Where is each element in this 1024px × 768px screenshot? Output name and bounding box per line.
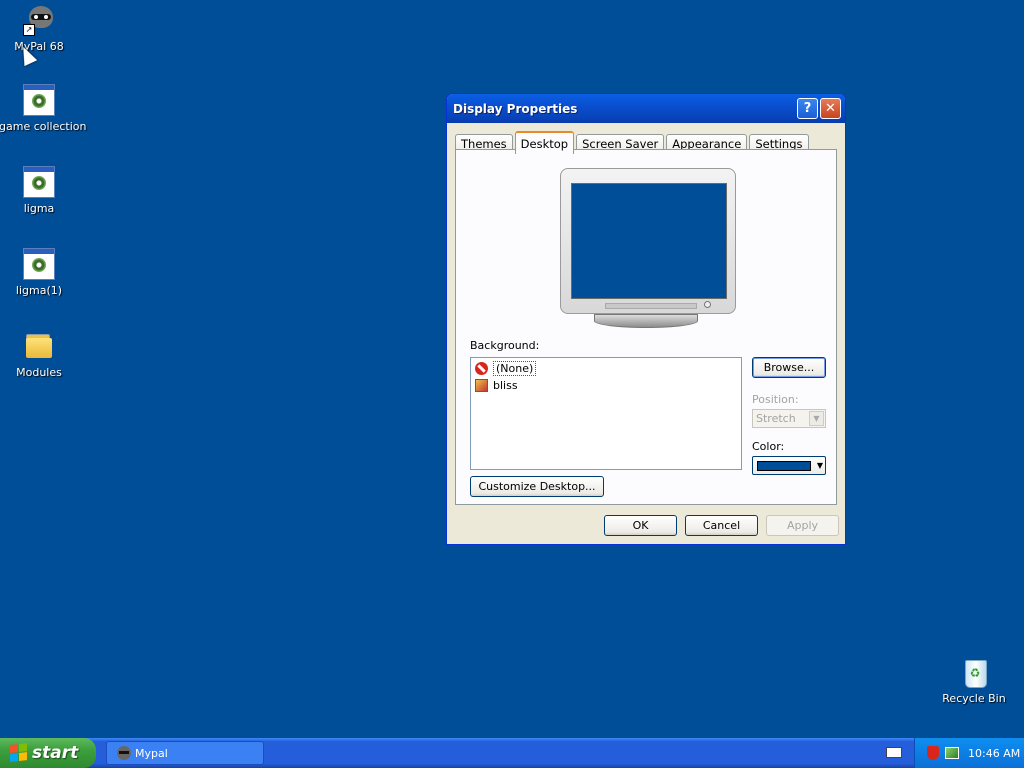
apply-button[interactable]: Apply <box>766 515 839 536</box>
desktop-icon-ligma-1[interactable]: ligma(1) <box>0 248 79 297</box>
list-item[interactable]: (None) <box>475 360 737 377</box>
ok-button[interactable]: OK <box>604 515 677 536</box>
display-properties-dialog: Display Properties ? ✕ Themes Desktop Sc… <box>446 93 846 545</box>
recycle-bin-icon: ♻ <box>958 656 990 688</box>
tab-desktop[interactable]: Desktop <box>514 131 575 154</box>
keyboard-icon[interactable] <box>886 747 902 758</box>
color-swatch <box>757 461 811 471</box>
desktop-icon-label: Recycle Bin <box>942 692 1006 705</box>
network-icon[interactable] <box>945 747 959 759</box>
clock[interactable]: 10:46 AM <box>968 747 1020 760</box>
start-button[interactable]: start <box>0 738 96 768</box>
desktop-icon-ligma[interactable]: ligma <box>0 166 79 215</box>
list-item[interactable]: bliss <box>475 377 737 394</box>
chevron-down-icon: ▼ <box>816 461 823 470</box>
background-label: Background: <box>470 339 540 352</box>
security-shield-icon[interactable] <box>927 746 939 760</box>
cancel-button[interactable]: Cancel <box>685 515 758 536</box>
desktop-icon-game-collection[interactable]: game collection <box>0 84 87 133</box>
desktop-icon-label: game collection <box>0 120 87 133</box>
folder-icon <box>23 330 55 362</box>
help-button[interactable]: ? <box>797 98 818 119</box>
no-entry-icon <box>475 362 488 375</box>
start-label: start <box>32 743 79 763</box>
dialog-title: Display Properties <box>453 101 578 116</box>
taskbar-button-label: Mypal <box>135 746 168 760</box>
list-item-label: (None) <box>493 361 537 376</box>
position-value: Stretch <box>756 412 796 425</box>
close-button[interactable]: ✕ <box>820 98 841 119</box>
customize-desktop-button[interactable]: Customize Desktop... <box>470 476 604 497</box>
windows-logo-icon <box>10 743 28 763</box>
raccoon-icon <box>117 746 131 760</box>
desktop-icon-label: Modules <box>16 366 62 379</box>
taskbar: start Mypal 10:46 AM <box>0 738 1024 768</box>
desktop-icon-label: ligma(1) <box>15 284 63 297</box>
application-icon <box>23 248 55 280</box>
title-bar[interactable]: Display Properties ? ✕ <box>447 94 845 123</box>
desktop-icon-label: ligma <box>23 202 55 215</box>
taskbar-button-mypal[interactable]: Mypal <box>106 741 264 765</box>
position-select: Stretch ▼ <box>752 409 826 428</box>
desktop-icon-modules[interactable]: Modules <box>0 330 79 379</box>
browse-button[interactable]: Browse... <box>752 357 826 378</box>
system-tray: 10:46 AM <box>914 738 1024 768</box>
color-label: Color: <box>752 440 785 453</box>
chevron-down-icon: ▼ <box>809 411 824 426</box>
background-list[interactable]: (None) bliss <box>470 357 742 470</box>
application-icon <box>23 84 55 116</box>
position-label: Position: <box>752 393 799 406</box>
application-icon <box>23 166 55 198</box>
desktop-icon-recycle-bin[interactable]: ♻ Recycle Bin <box>934 656 1014 705</box>
desktop-tab-panel: Background: (None) bliss Browse... Posit… <box>455 149 837 505</box>
list-item-label: bliss <box>493 379 518 392</box>
monitor-icon <box>560 168 736 314</box>
color-picker-button[interactable]: ▼ <box>752 456 826 475</box>
desktop-icon-label: MyPal 68 <box>14 40 64 53</box>
monitor-screen-preview <box>571 183 727 299</box>
monitor-preview <box>560 168 736 328</box>
raccoon-icon: ↗ <box>23 4 55 36</box>
desktop-icon-mypal[interactable]: ↗ MyPal 68 <box>0 4 79 53</box>
image-file-icon <box>475 379 488 392</box>
monitor-stand <box>594 314 698 328</box>
